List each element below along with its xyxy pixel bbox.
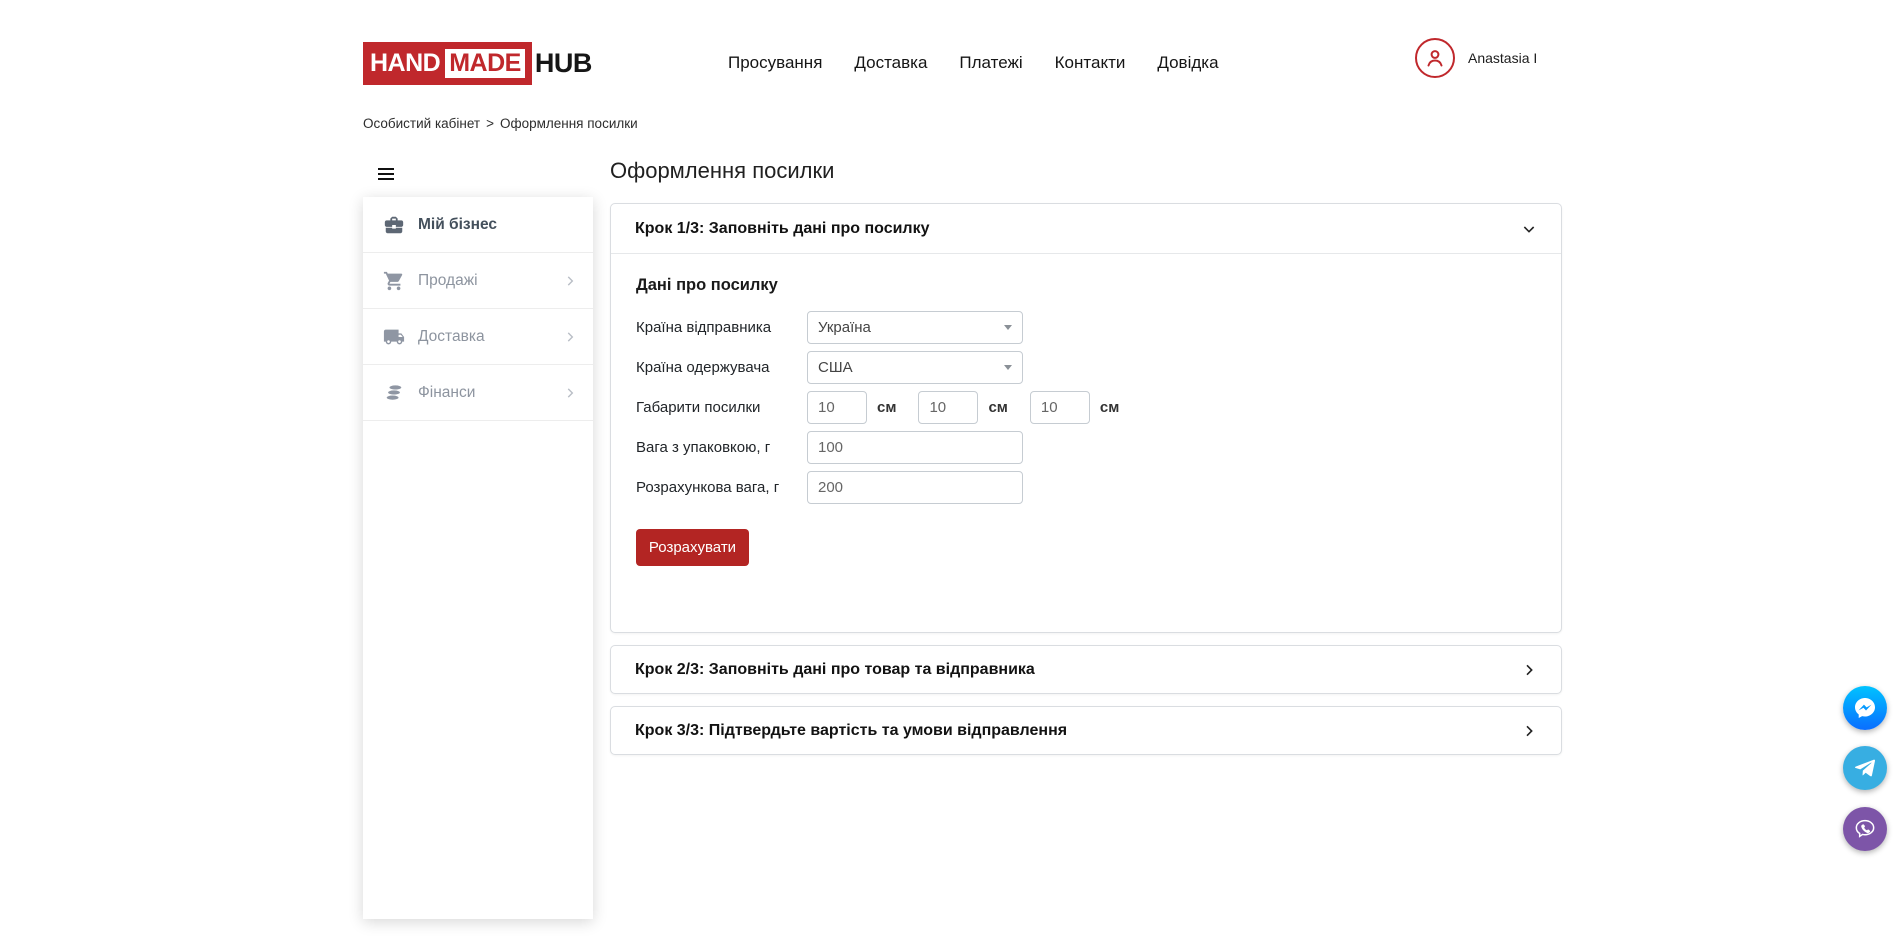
telegram-button[interactable]: [1843, 746, 1887, 790]
nav-promotion[interactable]: Просування: [728, 53, 822, 73]
dimension-length-input[interactable]: [807, 391, 867, 424]
dimension-unit: см: [877, 399, 896, 416]
chevron-right-icon: [563, 274, 577, 288]
caret-down-icon: [1004, 365, 1012, 370]
dimensions-label: Габарити посилки: [636, 399, 807, 416]
chevron-right-icon: [1521, 662, 1537, 678]
sender-country-row: Країна відправника Україна: [636, 311, 1536, 344]
sidebar-item-label: Продажі: [418, 272, 563, 290]
chevron-down-icon: [1521, 221, 1537, 237]
step1-accordion-header[interactable]: Крок 1/3: Заповніть дані про посилку: [611, 204, 1561, 254]
step1-body: Дані про посилку Країна відправника Укра…: [611, 254, 1561, 588]
breadcrumb-separator: >: [486, 116, 494, 131]
dimension-unit: см: [1100, 399, 1119, 416]
sender-country-value: Україна: [818, 319, 1004, 336]
breadcrumb: Особистий кабінет > Оформлення посилки: [363, 116, 638, 131]
form-heading: Дані про посилку: [636, 276, 1536, 295]
sidebar-item-label: Мій бізнес: [418, 216, 577, 234]
telegram-icon: [1853, 756, 1877, 780]
logo-hub: HUB: [535, 48, 592, 79]
recipient-country-select[interactable]: США: [807, 351, 1023, 384]
calc-weight-input[interactable]: [807, 471, 1023, 504]
cart-icon: [383, 270, 405, 292]
recipient-country-value: США: [818, 359, 1004, 376]
truck-icon: [383, 326, 405, 348]
step2-title: Крок 2/3: Заповніть дані про товар та ві…: [635, 661, 1521, 679]
recipient-country-row: Країна одержувача США: [636, 351, 1536, 384]
step1-title: Крок 1/3: Заповніть дані про посилку: [635, 220, 1521, 238]
nav-help[interactable]: Довідка: [1157, 53, 1218, 73]
step2-card: Крок 2/3: Заповніть дані про товар та ві…: [610, 645, 1562, 694]
nav-payments[interactable]: Платежі: [959, 53, 1022, 73]
dimension-unit: см: [988, 399, 1007, 416]
messenger-button[interactable]: [1843, 686, 1887, 730]
sender-country-label: Країна відправника: [636, 319, 807, 336]
nav-contacts[interactable]: Контакти: [1055, 53, 1126, 73]
user-avatar-icon: [1415, 38, 1455, 78]
messenger-icon: [1853, 696, 1877, 720]
sidebar-item-label: Доставка: [418, 328, 563, 346]
calc-weight-row: Розрахункова вага, г: [636, 471, 1536, 504]
coins-icon: [383, 382, 405, 404]
sidebar-item-finance[interactable]: Фінанси: [363, 365, 593, 421]
sidebar-item-label: Фінанси: [418, 384, 563, 402]
calculate-button[interactable]: Розрахувати: [636, 529, 749, 566]
page-title: Оформлення посилки: [610, 158, 834, 184]
viber-icon: [1852, 816, 1878, 842]
chevron-right-icon: [563, 330, 577, 344]
packed-weight-input[interactable]: [807, 431, 1023, 464]
caret-down-icon: [1004, 325, 1012, 330]
user-name: Anastasia I: [1468, 50, 1537, 66]
step3-card: Крок 3/3: Підтвердьте вартість та умови …: [610, 706, 1562, 755]
step1-card: Крок 1/3: Заповніть дані про посилку Дан…: [610, 203, 1562, 633]
nav-delivery[interactable]: Доставка: [854, 53, 927, 73]
sender-country-select[interactable]: Україна: [807, 311, 1023, 344]
recipient-country-label: Країна одержувача: [636, 359, 807, 376]
packed-weight-label: Вага з упаковкою, г: [636, 439, 807, 456]
calc-weight-label: Розрахункова вага, г: [636, 479, 807, 496]
main-nav: Просування Доставка Платежі Контакти Дов…: [728, 46, 1219, 80]
sidebar-item-my-business[interactable]: Мій бізнес: [363, 197, 593, 253]
logo-red-box: HAND MADE: [363, 42, 532, 85]
logo-hand: HAND: [370, 49, 440, 78]
sidebar-item-delivery[interactable]: Доставка: [363, 309, 593, 365]
step3-accordion-header[interactable]: Крок 3/3: Підтвердьте вартість та умови …: [611, 707, 1561, 754]
step3-title: Крок 3/3: Підтвердьте вартість та умови …: [635, 722, 1521, 740]
briefcase-icon: [383, 214, 405, 236]
breadcrumb-cabinet[interactable]: Особистий кабінет: [363, 116, 480, 131]
step2-accordion-header[interactable]: Крок 2/3: Заповніть дані про товар та ві…: [611, 646, 1561, 693]
sidebar-toggle-hamburger-icon[interactable]: [378, 168, 394, 183]
breadcrumb-current: Оформлення посилки: [500, 116, 638, 131]
sidebar-item-sales[interactable]: Продажі: [363, 253, 593, 309]
chevron-right-icon: [1521, 723, 1537, 739]
logo-made: MADE: [445, 49, 525, 78]
dimension-height-input[interactable]: [1030, 391, 1090, 424]
viber-button[interactable]: [1843, 807, 1887, 851]
chevron-right-icon: [563, 386, 577, 400]
sidebar: Мій бізнес Продажі Доставка Фінанси: [363, 197, 593, 919]
user-menu[interactable]: Anastasia I: [1415, 38, 1537, 78]
packed-weight-row: Вага з упаковкою, г: [636, 431, 1536, 464]
dimensions-row: Габарити посилки см см см: [636, 391, 1536, 424]
dimension-width-input[interactable]: [918, 391, 978, 424]
handmade-hub-logo[interactable]: HAND MADE HUB: [363, 42, 592, 85]
